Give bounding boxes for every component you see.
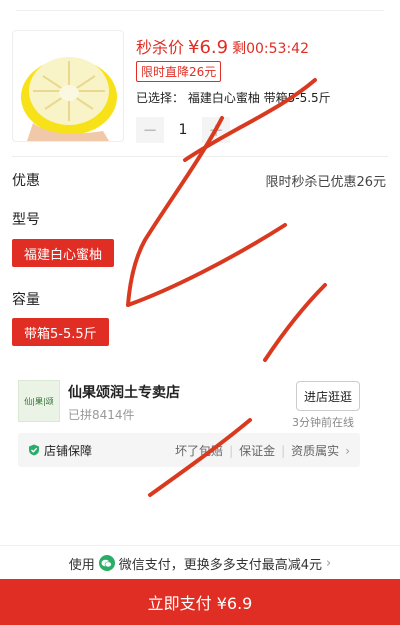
promo-value: 限时秒杀已优惠26元: [265, 175, 386, 190]
payment-text: 微信支付，更换多多支付最高减4元: [118, 557, 323, 573]
capacity-label: 容量: [12, 292, 40, 308]
shop-guarantee-bar[interactable]: 店铺保障 坏了包赔 | 保证金 | 资质属实 ›: [18, 433, 360, 467]
model-label: 型号: [12, 212, 40, 228]
separator: |: [229, 443, 234, 458]
quantity-value[interactable]: 1: [164, 122, 202, 138]
shop-card: 仙|果|颂 仙果颂润土专卖店 已拼8414件 进店逛逛 3分钟前在线 店铺保障 …: [6, 364, 372, 474]
shop-name[interactable]: 仙果颂润土专卖店: [68, 382, 180, 402]
flash-price: ¥6.9: [188, 37, 229, 58]
flash-sale-label: 秒杀价: [136, 38, 185, 57]
chevron-right-icon: ›: [345, 443, 350, 458]
top-divider: [16, 10, 384, 11]
shop-sold-count: 已拼8414件: [68, 408, 135, 422]
top-strip: [0, 0, 400, 22]
payment-method-bar[interactable]: 使用 微信支付，更换多多支付最高减4元 ›: [0, 545, 400, 580]
payment-prefix: 使用: [68, 557, 95, 573]
separator: |: [281, 443, 286, 458]
chevron-right-icon: ›: [326, 555, 332, 571]
model-option-chip[interactable]: 福建白心蜜柚: [12, 239, 115, 267]
product-image: [12, 30, 124, 142]
divider: [12, 156, 388, 157]
discount-badge: 限时直降26元: [136, 61, 222, 82]
capacity-option-chip[interactable]: 带箱5-5.5斤: [12, 318, 109, 346]
guarantee-title: 店铺保障: [44, 444, 93, 458]
countdown: 剩00:53:42: [232, 41, 309, 57]
guarantee-items: 坏了包赔 | 保证金 | 资质属实 ›: [175, 442, 350, 459]
visit-shop-button[interactable]: 进店逛逛: [296, 381, 360, 411]
guarantee-item: 坏了包赔: [175, 444, 224, 458]
checkout-sheet: 秒杀价 ¥6.9 剩00:53:42 限时直降26元 已选择： 福建白心蜜柚 带箱5…: [0, 0, 400, 625]
promo-label: 优惠: [12, 173, 40, 189]
shop-online-status: 3分钟前在线: [292, 416, 354, 429]
pay-now-button[interactable]: 立即支付 ¥6.9: [0, 579, 400, 625]
flash-price-row: 秒杀价 ¥6.9 剩00:53:42: [136, 34, 309, 58]
increment-button[interactable]: +: [202, 117, 230, 143]
guarantee-item: 保证金: [239, 444, 276, 458]
quantity-stepper: − 1 +: [136, 117, 230, 143]
selected-variant: 已选择： 福建白心蜜柚 带箱5-5.5斤: [136, 91, 331, 105]
wechat-pay-icon: [98, 555, 115, 571]
shield-check-icon: [29, 444, 39, 456]
shop-logo[interactable]: 仙|果|颂: [18, 380, 60, 422]
guarantee-item: 资质属实: [291, 444, 340, 458]
decrement-button[interactable]: −: [136, 117, 164, 143]
